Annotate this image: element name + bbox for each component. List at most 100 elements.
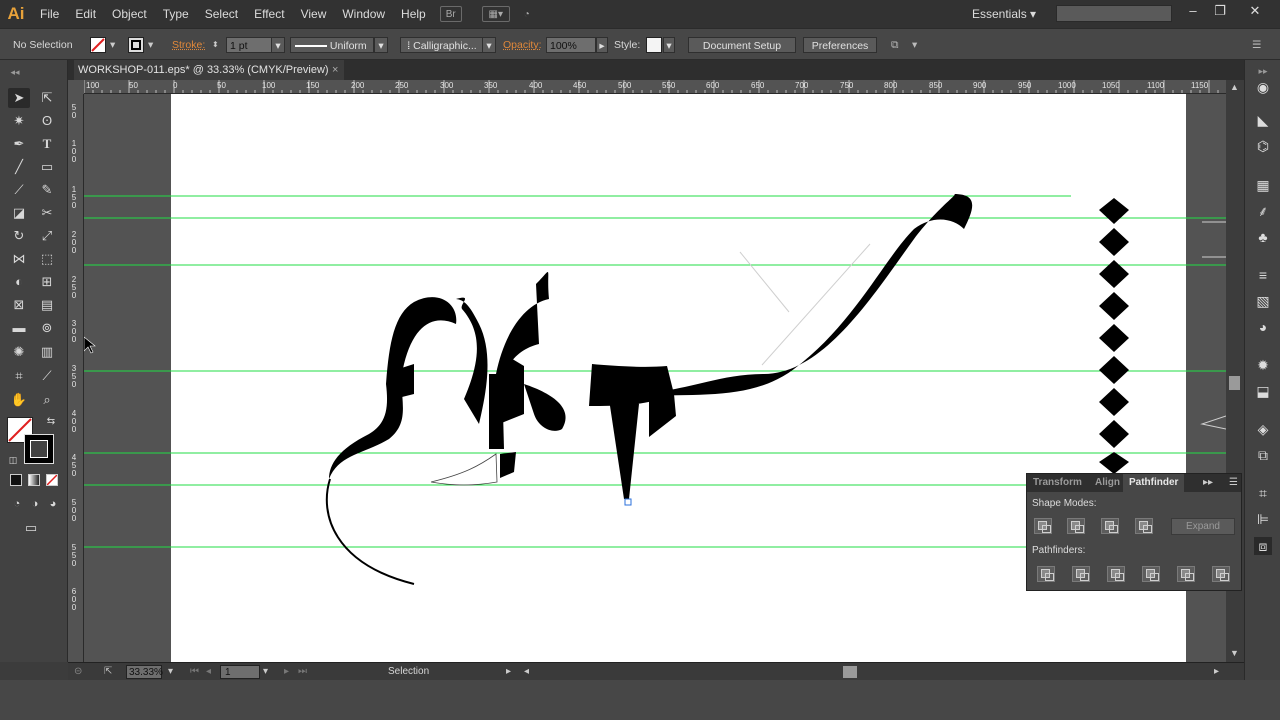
divide-button[interactable] bbox=[1037, 566, 1055, 582]
stroke-color-box[interactable] bbox=[24, 434, 54, 464]
diamond-mark[interactable] bbox=[1099, 420, 1129, 448]
swash-stroke[interactable] bbox=[624, 194, 973, 396]
diamond-mark[interactable] bbox=[1099, 452, 1129, 474]
scroll-up-icon[interactable]: ▲ bbox=[1230, 82, 1239, 92]
isolate-icon[interactable]: ⧉ bbox=[891, 37, 899, 53]
previous-artboard-icon[interactable]: ◂ bbox=[206, 665, 211, 679]
slice-tool-icon[interactable]: ⟋ bbox=[36, 366, 58, 386]
letter-stroke[interactable] bbox=[649, 394, 676, 437]
gradient-mode-icon[interactable] bbox=[28, 474, 40, 486]
color-mode-icon[interactable] bbox=[10, 474, 22, 486]
last-artboard-icon[interactable]: ⏭ bbox=[298, 665, 307, 679]
mesh-tool-icon[interactable]: ⊠ bbox=[8, 295, 30, 315]
diamond-mark[interactable] bbox=[1099, 292, 1129, 320]
status-menu-icon[interactable]: ▸ bbox=[506, 665, 511, 679]
pathfinder-panel-icon[interactable]: ⧈ bbox=[1254, 537, 1272, 555]
symbols-icon[interactable]: ♣ bbox=[1254, 228, 1272, 246]
next-artboard-icon[interactable]: ▸ bbox=[284, 665, 289, 679]
scissors-tool-icon[interactable]: ✂ bbox=[36, 203, 58, 223]
selection-tool-icon[interactable]: ➤ bbox=[8, 88, 30, 108]
diamond-mark[interactable] bbox=[1099, 228, 1129, 256]
brush-dropdown-icon[interactable]: ▾ bbox=[482, 37, 496, 53]
intersect-button[interactable] bbox=[1101, 518, 1119, 534]
expand-button[interactable]: Expand bbox=[1171, 518, 1235, 535]
eraser-tool-icon[interactable]: ◪ bbox=[8, 203, 30, 223]
trim-button[interactable] bbox=[1072, 566, 1090, 582]
menu-effect[interactable]: Effect bbox=[246, 0, 292, 28]
menu-select[interactable]: Select bbox=[197, 0, 246, 28]
paintbrush-tool-icon[interactable]: ⟋ bbox=[8, 180, 30, 200]
letter-stroke[interactable] bbox=[456, 297, 488, 424]
opacity-slider-arrow-icon[interactable]: ▸ bbox=[596, 37, 608, 53]
merge-button[interactable] bbox=[1107, 566, 1125, 582]
vertical-scroll-thumb[interactable] bbox=[1229, 376, 1240, 390]
zoom-field[interactable]: 33.33% bbox=[126, 665, 163, 679]
stroke-profile-select[interactable]: Uniform bbox=[290, 37, 374, 53]
stroke-weight-dropdown-icon[interactable]: ▾ bbox=[271, 37, 285, 53]
menu-help[interactable]: Help bbox=[393, 0, 434, 28]
menu-type[interactable]: Type bbox=[155, 0, 197, 28]
exclude-button[interactable] bbox=[1135, 518, 1153, 534]
menu-edit[interactable]: Edit bbox=[67, 0, 104, 28]
stroke-profile-dropdown-icon[interactable]: ▾ bbox=[374, 37, 388, 53]
fill-swatch[interactable] bbox=[90, 37, 106, 53]
swatches-icon[interactable]: ▦ bbox=[1254, 176, 1272, 194]
width-tool-icon[interactable]: ⋈ bbox=[8, 249, 30, 269]
collapse-panel-icon[interactable]: ▸▸ bbox=[1197, 474, 1219, 492]
graphic-styles-icon[interactable]: ⬓ bbox=[1254, 382, 1272, 400]
letter-stroke[interactable] bbox=[524, 384, 566, 431]
close-window-button[interactable]: ✕ bbox=[1238, 0, 1272, 24]
scroll-down-icon[interactable]: ▼ bbox=[1230, 648, 1239, 658]
diamond-mark[interactable] bbox=[1099, 356, 1129, 384]
pen-tool-icon[interactable]: ✒ bbox=[8, 134, 30, 154]
column-graph-tool-icon[interactable]: ▥ bbox=[36, 342, 58, 362]
workspace-switcher[interactable]: Essentials ▾ bbox=[972, 0, 1036, 28]
letter-stroke[interactable] bbox=[500, 452, 516, 478]
collapse-panel-icon[interactable]: ◂◂ bbox=[4, 62, 26, 82]
document-tab[interactable]: WORKSHOP-011.eps* @ 33.33% (CMYK/Preview… bbox=[74, 60, 344, 80]
zoom-out-icon[interactable]: ⊝ bbox=[74, 665, 82, 679]
gradient-panel-icon[interactable]: ▧ bbox=[1254, 292, 1272, 310]
rectangle-tool-icon[interactable]: ▭ bbox=[36, 157, 58, 177]
stroke-swatch[interactable] bbox=[128, 37, 144, 53]
zoom-tool-icon[interactable]: ⌕ bbox=[36, 390, 58, 410]
appearance-panel-icon[interactable]: ✹ bbox=[1254, 356, 1272, 374]
stroke-label[interactable]: Stroke: bbox=[172, 37, 205, 53]
horizontal-scroll-thumb[interactable] bbox=[843, 666, 857, 678]
scroll-right-icon[interactable]: ▸ bbox=[1214, 665, 1219, 679]
scale-tool-icon[interactable]: ⤢ bbox=[36, 226, 58, 246]
bridge-icon[interactable]: Br bbox=[439, 6, 462, 22]
measure-tool-icon[interactable]: ▬ bbox=[8, 318, 30, 338]
menu-file[interactable]: File bbox=[32, 0, 67, 28]
zoom-dropdown-icon[interactable]: ▾ bbox=[168, 665, 173, 679]
lasso-tool-icon[interactable]: ʘ bbox=[36, 111, 58, 131]
line-segment-tool-icon[interactable]: ╱ bbox=[8, 157, 30, 177]
gradient-tool-icon[interactable]: ▤ bbox=[36, 295, 58, 315]
preferences-button[interactable]: Preferences bbox=[803, 37, 877, 53]
blend-tool-icon[interactable]: ⊚ bbox=[36, 318, 58, 338]
control-panel-menu-icon[interactable]: ☰ bbox=[1252, 37, 1261, 53]
tab-pathfinder[interactable]: Pathfinder bbox=[1123, 474, 1185, 492]
color-guide-icon[interactable]: ◣ bbox=[1254, 111, 1272, 129]
layers-panel-icon[interactable]: ◈ bbox=[1254, 420, 1272, 438]
direct-selection-tool-icon[interactable]: ⇱ bbox=[36, 88, 58, 108]
vertical-ruler[interactable]: 50 100 150 200 250 300 350 400 450 500 5… bbox=[68, 94, 84, 662]
scroll-left-icon[interactable]: ◂ bbox=[524, 665, 529, 679]
diamond-mark[interactable] bbox=[1099, 260, 1129, 288]
artboards-panel-icon[interactable]: ⧉ bbox=[1254, 446, 1272, 464]
none-mode-icon[interactable] bbox=[46, 474, 58, 486]
perspective-grid-tool-icon[interactable]: ⊞ bbox=[36, 272, 58, 292]
isolate-dropdown-icon[interactable]: ▾ bbox=[912, 37, 917, 53]
default-colors-icon[interactable]: ◫ bbox=[2, 450, 24, 470]
restore-button[interactable]: ❐ bbox=[1203, 0, 1237, 24]
stroke-dropdown-icon[interactable]: ▾ bbox=[148, 37, 153, 53]
arrange-documents-icon[interactable]: ▦▾ bbox=[481, 6, 510, 22]
pencil-tool-icon[interactable]: ✎ bbox=[36, 180, 58, 200]
color-panel-icon[interactable]: ◉ bbox=[1254, 78, 1272, 96]
magic-wand-tool-icon[interactable]: ✷ bbox=[8, 111, 30, 131]
minus-back-button[interactable] bbox=[1212, 566, 1230, 582]
anchor-point[interactable] bbox=[624, 498, 632, 506]
diamond-mark[interactable] bbox=[1099, 198, 1129, 224]
diamond-mark[interactable] bbox=[1099, 388, 1129, 416]
crop-button[interactable] bbox=[1142, 566, 1160, 582]
